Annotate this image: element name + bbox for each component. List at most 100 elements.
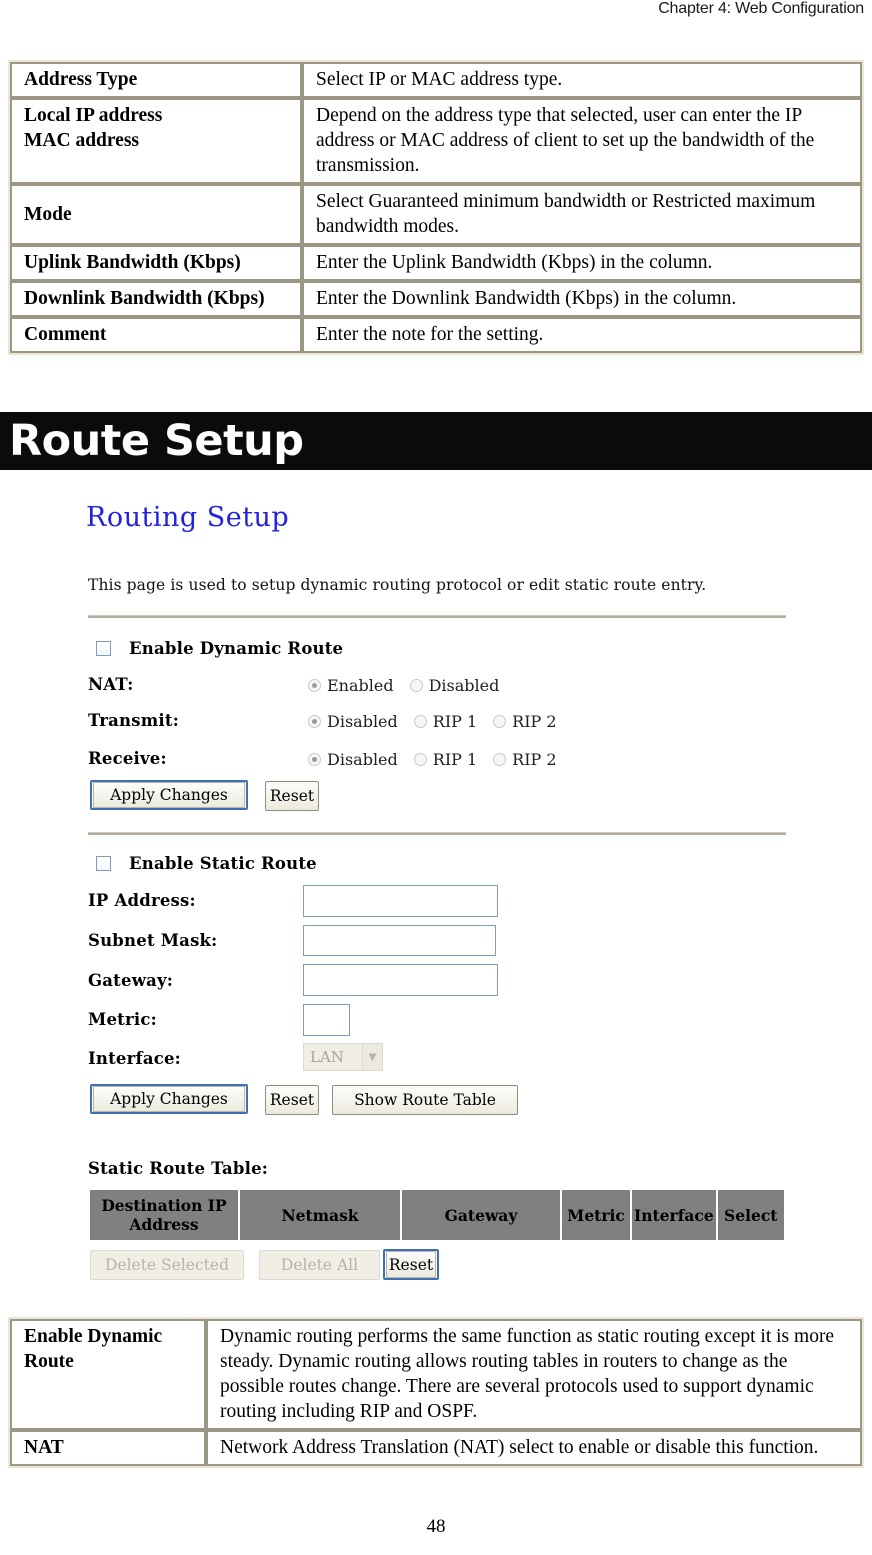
interface-select-value: LAN: [310, 1048, 344, 1066]
radio-label: Disabled: [428, 676, 500, 695]
column-header-netmask: Netmask: [240, 1190, 400, 1240]
chevron-down-icon[interactable]: ▼: [362, 1044, 382, 1070]
column-header-interface: Interface: [632, 1190, 716, 1240]
delete-all-button[interactable]: Delete All: [259, 1250, 380, 1280]
row-value: Dynamic routing performs the same functi…: [206, 1319, 862, 1430]
interface-label: Interface:: [88, 1049, 181, 1068]
row-key: Enable Dynamic Route: [10, 1319, 206, 1430]
table-row: Enable Dynamic Route Dynamic routing per…: [10, 1319, 862, 1430]
table-body: Enable Dynamic Route Dynamic routing per…: [10, 1319, 862, 1466]
column-header-metric: Metric: [562, 1190, 630, 1240]
transmit-option-disabled[interactable]: Disabled: [308, 712, 398, 731]
radio-label: RIP 2: [512, 750, 557, 769]
radio-icon[interactable]: [413, 715, 427, 728]
screenshot-intro-text: This page is used to setup dynamic routi…: [88, 576, 707, 594]
row-key: Address Type: [10, 62, 302, 98]
transmit-option-rip2[interactable]: RIP 2: [493, 712, 557, 731]
ip-address-label: IP Address:: [88, 891, 196, 910]
table-row: Mode Select Guaranteed minimum bandwidth…: [10, 184, 862, 245]
nat-label: NAT:: [88, 675, 134, 694]
receive-option-rip1[interactable]: RIP 1: [413, 750, 478, 769]
bandwidth-description-table: Address Type Select IP or MAC address ty…: [8, 60, 864, 355]
static-apply-changes-label: Apply Changes: [93, 1086, 245, 1112]
enable-static-route-checkbox-row[interactable]: Enable Static Route: [96, 854, 317, 873]
divider-top: [88, 615, 786, 618]
router-web-ui-screenshot: Routing Setup This page is used to setup…: [0, 480, 872, 1300]
row-value: Depend on the address type that selected…: [302, 98, 862, 184]
transmit-option-rip1[interactable]: RIP 1: [413, 712, 478, 731]
row-value: Select Guaranteed minimum bandwidth or R…: [302, 184, 862, 245]
radio-icon[interactable]: [413, 753, 427, 766]
delete-selected-button[interactable]: Delete Selected: [90, 1250, 244, 1280]
row-key: Uplink Bandwidth (Kbps): [10, 245, 302, 281]
table-row: Downlink Bandwidth (Kbps) Enter the Down…: [10, 281, 862, 317]
row-key: Downlink Bandwidth (Kbps): [10, 281, 302, 317]
radio-icon[interactable]: [493, 715, 507, 728]
row-value: Enter the Uplink Bandwidth (Kbps) in the…: [302, 245, 862, 281]
dynamic-reset-button[interactable]: Reset: [265, 781, 319, 811]
column-header-select: Select: [717, 1190, 784, 1240]
subnet-mask-label: Subnet Mask:: [88, 931, 218, 950]
row-key: Local IP address MAC address: [10, 98, 302, 184]
row-key: NAT: [10, 1430, 206, 1466]
row-value: Select IP or MAC address type.: [302, 62, 862, 98]
screenshot-page-title: Routing Setup: [86, 502, 290, 533]
radio-label: RIP 1: [432, 712, 478, 731]
radio-label: RIP 2: [512, 712, 557, 731]
table-row: Comment Enter the note for the setting.: [10, 317, 862, 353]
route-table-reset-label: Reset: [386, 1251, 436, 1278]
show-route-table-button[interactable]: Show Route Table: [332, 1085, 518, 1115]
static-route-table-caption: Static Route Table:: [88, 1159, 269, 1178]
row-value: Network Address Translation (NAT) select…: [206, 1430, 862, 1466]
section-banner-route-setup: Route Setup: [0, 412, 872, 470]
radio-label: Enabled: [327, 676, 394, 695]
table-row: Local IP address MAC address Depend on t…: [10, 98, 862, 184]
static-apply-changes-button[interactable]: Apply Changes: [90, 1084, 248, 1114]
radio-icon[interactable]: [308, 753, 321, 766]
column-header-destination-ip-address: Destination IP Address: [90, 1190, 238, 1240]
static-route-table: Destination IP Address Netmask Gateway M…: [88, 1188, 786, 1242]
gateway-label: Gateway:: [88, 971, 174, 990]
enable-static-route-label: Enable Static Route: [129, 854, 317, 873]
column-header-gateway: Gateway: [402, 1190, 560, 1240]
row-key: Mode: [10, 184, 302, 245]
checkbox-icon[interactable]: [96, 856, 111, 871]
table-header-row: Destination IP Address Netmask Gateway M…: [90, 1190, 784, 1240]
interface-select[interactable]: LAN ▼: [303, 1043, 383, 1071]
dynamic-apply-changes-button[interactable]: Apply Changes: [90, 780, 248, 810]
row-value: Enter the note for the setting.: [302, 317, 862, 353]
transmit-label: Transmit:: [88, 711, 179, 730]
radio-label: RIP 1: [432, 750, 478, 769]
nat-option-enabled[interactable]: Enabled: [308, 676, 394, 695]
table-row: Uplink Bandwidth (Kbps) Enter the Uplink…: [10, 245, 862, 281]
ip-address-input[interactable]: [303, 885, 498, 917]
row-key: Comment: [10, 317, 302, 353]
route-setup-description-table: Enable Dynamic Route Dynamic routing per…: [8, 1317, 864, 1468]
subnet-mask-input[interactable]: [303, 925, 496, 956]
nat-radio-group[interactable]: Enabled Disabled: [308, 676, 515, 695]
static-route-table-head: Destination IP Address Netmask Gateway M…: [90, 1190, 784, 1240]
transmit-radio-group[interactable]: Disabled RIP 1 RIP 2: [308, 712, 573, 731]
receive-option-disabled[interactable]: Disabled: [308, 750, 398, 769]
radio-label: Disabled: [327, 750, 398, 769]
divider-middle: [88, 832, 786, 835]
radio-icon[interactable]: [308, 715, 321, 728]
receive-option-rip2[interactable]: RIP 2: [493, 750, 557, 769]
nat-option-disabled[interactable]: Disabled: [409, 676, 500, 695]
receive-label: Receive:: [88, 749, 167, 768]
radio-icon[interactable]: [308, 679, 321, 692]
metric-input[interactable]: [303, 1004, 350, 1036]
radio-icon[interactable]: [493, 753, 507, 766]
checkbox-icon[interactable]: [96, 641, 111, 656]
enable-dynamic-route-checkbox-row[interactable]: Enable Dynamic Route: [96, 639, 343, 658]
route-table-reset-button[interactable]: Reset: [383, 1249, 439, 1280]
radio-label: Disabled: [327, 712, 398, 731]
static-reset-button[interactable]: Reset: [265, 1085, 319, 1115]
running-header: Chapter 4: Web Configuration: [658, 0, 864, 17]
table-row: Address Type Select IP or MAC address ty…: [10, 62, 862, 98]
radio-icon[interactable]: [409, 679, 423, 692]
receive-radio-group[interactable]: Disabled RIP 1 RIP 2: [308, 750, 573, 769]
enable-dynamic-route-label: Enable Dynamic Route: [129, 639, 344, 658]
row-value: Enter the Downlink Bandwidth (Kbps) in t…: [302, 281, 862, 317]
gateway-input[interactable]: [303, 964, 498, 996]
